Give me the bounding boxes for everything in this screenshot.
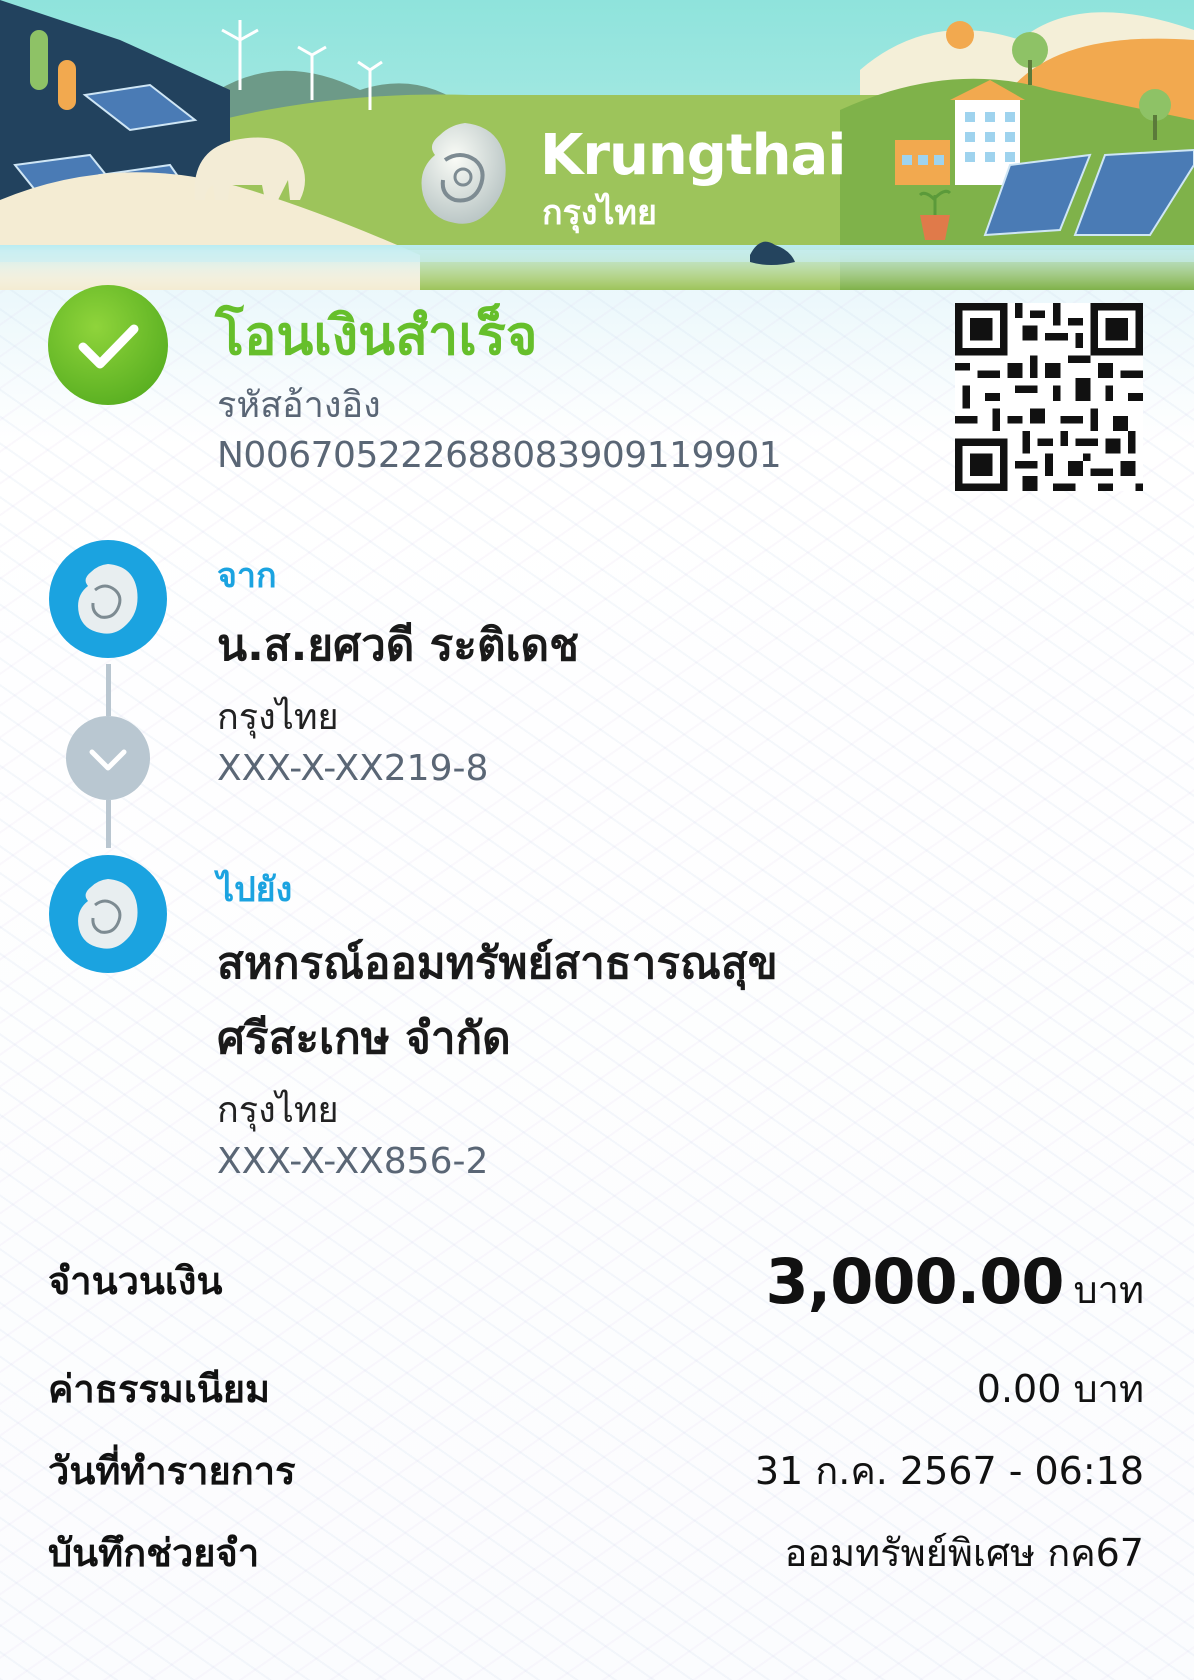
to-label: ไปยัง — [217, 870, 293, 910]
to-bank-avatar — [49, 855, 167, 973]
chevron-down-icon — [89, 749, 127, 771]
from-label: จาก — [217, 556, 277, 596]
from-account-number: XXX-X-XX219-8 — [217, 748, 489, 789]
from-bank-avatar — [49, 540, 167, 658]
to-account-name-line1: สหกรณ์ออมทรัพย์สาธารณสุข — [217, 938, 778, 989]
memo-value: ออมทรัพย์พิเศษ กค67 — [784, 1531, 1144, 1575]
amount-unit: บาท — [1073, 1268, 1144, 1312]
krungthai-bird-icon — [78, 564, 138, 634]
brand-name-th: กรุงไทย — [542, 193, 657, 233]
krungthai-bird-icon — [78, 879, 138, 949]
fee-label: ค่าธรรมเนียม — [48, 1367, 271, 1411]
transaction-date-value: 31 ก.ค. 2567 - 06:18 — [754, 1449, 1144, 1493]
header-banner: Krungthai กรุงไทย — [0, 0, 1194, 290]
reference-label: รหัสอ้างอิง — [217, 385, 381, 426]
transfer-direction-indicator — [66, 716, 150, 800]
from-account-name: น.ส.ยศวดี ระติเดช — [217, 620, 579, 671]
success-check-icon — [48, 285, 168, 405]
fee-value: 0.00 บาท — [976, 1367, 1144, 1411]
brand-name-en: Krungthai — [540, 123, 846, 188]
reference-number: N006705222688083909119901 — [217, 435, 782, 476]
amount-display: 3,000.00 บาท — [766, 1245, 1144, 1320]
memo-label: บันทึกช่วยจำ — [48, 1531, 260, 1575]
qr-code[interactable] — [955, 303, 1143, 491]
transfer-connector-line — [106, 800, 111, 848]
amount-value: 3,000.00 — [765, 1245, 1065, 1318]
transfer-connector-line — [106, 664, 111, 716]
to-account-name-line2: ศรีสะเกษ จำกัด — [217, 1013, 511, 1064]
amount-label: จำนวนเงิน — [48, 1259, 223, 1303]
brand-logo: Krungthai กรุงไทย — [405, 115, 846, 245]
transaction-date-label: วันที่ทำรายการ — [48, 1449, 296, 1493]
from-bank-name: กรุงไทย — [217, 697, 339, 738]
to-bank-name: กรุงไทย — [217, 1090, 339, 1131]
transfer-status-title: โอนเงินสำเร็จ — [215, 304, 538, 367]
to-account-number: XXX-X-XX856-2 — [217, 1141, 489, 1182]
krungthai-bird-icon — [421, 123, 506, 224]
